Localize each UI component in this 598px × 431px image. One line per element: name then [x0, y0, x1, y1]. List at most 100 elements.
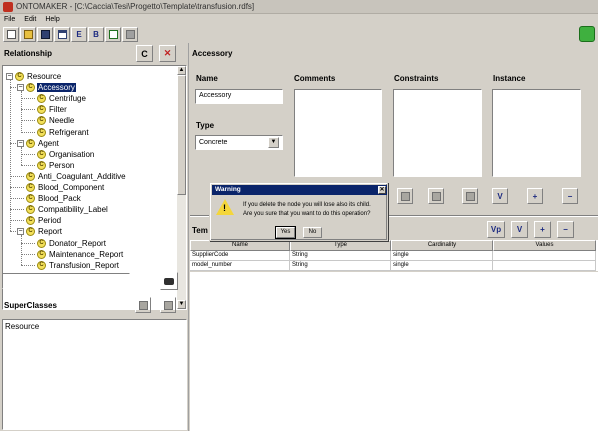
tree-item-label: Resource: [27, 72, 62, 81]
grid-button[interactable]: [122, 26, 138, 42]
constraint-edit-button[interactable]: [428, 188, 444, 204]
tree-item[interactable]: C Donator_Report: [37, 238, 107, 249]
square-icon: [163, 300, 173, 310]
table-cell[interactable]: model_number: [190, 261, 290, 271]
collapse-icon[interactable]: −: [17, 228, 24, 236]
no-button[interactable]: No: [303, 227, 322, 238]
close-icon[interactable]: ✕: [378, 186, 386, 194]
table-cell[interactable]: single: [391, 251, 493, 261]
name-label: Name: [196, 74, 218, 83]
class-icon: C: [26, 138, 35, 148]
instance-add-button[interactable]: +: [527, 188, 543, 204]
save-icon: [40, 29, 50, 39]
yes-button[interactable]: Yes: [275, 226, 296, 239]
template-table: Name Type Cardinality Values SupplierCod…: [190, 240, 598, 271]
table-row[interactable]: SupplierCode String single: [190, 251, 598, 261]
tree-connector: [21, 131, 35, 133]
save-button[interactable]: [37, 26, 53, 42]
tree-item[interactable]: C Maintenance_Report: [37, 249, 124, 260]
tree-scrollbar[interactable]: ▲ ▼: [177, 66, 186, 309]
tree-connector: [21, 253, 35, 255]
tree-connector: [21, 146, 22, 165]
search-input[interactable]: [2, 273, 130, 289]
tree-connector: [21, 120, 35, 122]
template-v-button[interactable]: V: [511, 221, 528, 238]
table-header: Name Type Cardinality Values: [190, 240, 598, 251]
tree-item[interactable]: C Period: [26, 215, 62, 226]
instance-remove-button[interactable]: −: [562, 188, 578, 204]
constraint-add-button[interactable]: [397, 188, 413, 204]
comments-textarea[interactable]: [294, 89, 382, 177]
scroll-up-icon[interactable]: ▲: [177, 66, 186, 75]
collapse-icon[interactable]: −: [6, 73, 13, 80]
menu-bar: File Edit Help: [0, 14, 598, 25]
class-icon: C: [37, 94, 46, 104]
tree-item[interactable]: C Anti_Coagulant_Additive: [26, 171, 127, 182]
superclass-add-button[interactable]: [135, 297, 151, 313]
table-button[interactable]: [54, 26, 70, 42]
tree-item[interactable]: − C Resource: [6, 71, 62, 82]
delete-button[interactable]: ✕: [159, 45, 176, 62]
square-icon: [138, 300, 148, 310]
tree-item[interactable]: C Refrigerant: [37, 127, 90, 138]
b-button[interactable]: B: [88, 26, 104, 42]
c-button[interactable]: C: [136, 45, 153, 62]
tree-item[interactable]: C Blood_Component: [26, 182, 105, 193]
table-cell[interactable]: SupplierCode: [190, 251, 290, 261]
menu-edit[interactable]: Edit: [24, 16, 36, 23]
superclass-remove-button[interactable]: [160, 297, 176, 313]
tree-item[interactable]: C Transfusion_Report: [37, 260, 120, 271]
instance-view-button[interactable]: V: [492, 188, 508, 204]
table-cell[interactable]: [493, 261, 596, 271]
database-icon[interactable]: [579, 26, 595, 42]
tree-item[interactable]: C Blood_Pack: [26, 193, 82, 204]
scroll-thumb[interactable]: [177, 75, 186, 195]
tree-item[interactable]: C Filter: [37, 104, 68, 115]
tree-item[interactable]: C Needle: [37, 115, 75, 126]
tree-item[interactable]: − C Report: [17, 226, 63, 237]
column-header-name[interactable]: Name: [190, 240, 290, 251]
menu-help[interactable]: Help: [45, 16, 59, 23]
table-cell[interactable]: [493, 251, 596, 261]
column-header-cardinality[interactable]: Cardinality: [391, 240, 493, 251]
list-item[interactable]: Resource: [5, 322, 184, 331]
menu-file[interactable]: File: [4, 16, 15, 23]
column-header-type[interactable]: Type: [290, 240, 391, 251]
search-button[interactable]: [160, 272, 178, 290]
class-icon: C: [15, 72, 24, 81]
collapse-icon[interactable]: −: [17, 139, 24, 147]
template-label: Tem: [192, 226, 208, 235]
warning-dialog: Warning ✕ ! If you delete the node you w…: [209, 182, 388, 241]
table-row[interactable]: model_number String single: [190, 261, 598, 271]
instance-textarea[interactable]: [492, 89, 581, 177]
table-cell[interactable]: single: [391, 261, 493, 271]
template-remove-button[interactable]: −: [557, 221, 574, 238]
new-file-button[interactable]: [3, 26, 19, 42]
constraint-remove-button[interactable]: [462, 188, 478, 204]
e-button[interactable]: E: [71, 26, 87, 42]
tree-connector: [21, 109, 35, 111]
chevron-down-icon[interactable]: ▼: [268, 137, 279, 148]
tree-item[interactable]: − C Agent: [17, 138, 60, 149]
tree-connector: [10, 209, 24, 211]
column-header-values[interactable]: Values: [493, 240, 596, 251]
open-folder-button[interactable]: [20, 26, 36, 42]
tree-item[interactable]: C Person: [37, 160, 75, 171]
square-icon: [431, 191, 441, 201]
type-select[interactable]: Concrete ▼: [195, 135, 283, 150]
dialog-message-line1: If you delete the node you will lose als…: [243, 202, 371, 208]
tree-item[interactable]: C Compatibility_Label: [26, 204, 109, 215]
template-vp-button[interactable]: Vp: [487, 221, 505, 238]
tree-item[interactable]: C Centrifuge: [37, 93, 87, 104]
class-icon: C: [26, 205, 35, 215]
tree-item[interactable]: − C Accessory: [17, 82, 76, 93]
check-button[interactable]: [105, 26, 121, 42]
superclasses-list[interactable]: Resource: [2, 319, 187, 430]
collapse-icon[interactable]: −: [17, 84, 24, 92]
table-cell[interactable]: String: [290, 261, 391, 271]
tree-item[interactable]: C Organisation: [37, 149, 95, 160]
constraints-textarea[interactable]: [393, 89, 482, 177]
table-cell[interactable]: String: [290, 251, 391, 261]
name-field[interactable]: Accessory: [195, 89, 283, 104]
template-add-button[interactable]: +: [534, 221, 551, 238]
